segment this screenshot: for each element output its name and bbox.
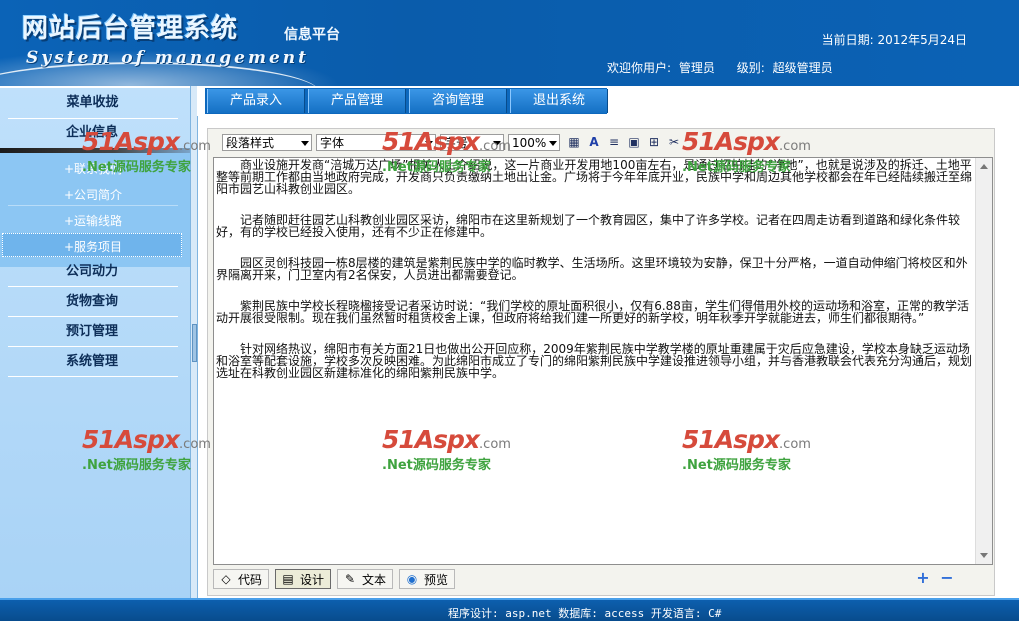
- zoom-select[interactable]: 100%: [508, 134, 560, 151]
- tab-consult-manage[interactable]: 咨询管理: [409, 89, 507, 113]
- paragraph-style-select[interactable]: 段落样式: [222, 134, 312, 151]
- font-select[interactable]: 字体: [316, 134, 436, 151]
- tab-logout[interactable]: 退出系统: [510, 89, 608, 113]
- globe-icon: ◉: [406, 572, 418, 586]
- divider: [8, 316, 178, 317]
- code-icon: ◇: [221, 572, 231, 586]
- sidebar-item-about[interactable]: +公司简介: [64, 186, 122, 203]
- sidebar-group-company-power[interactable]: 公司动力: [0, 259, 185, 285]
- sidebar-group-booking[interactable]: 预订管理: [0, 319, 185, 345]
- rich-text-editor: 段落样式 字体 字号 100% ▦ A ≡ ▣ ⊞ ✂ 商业设施开发商“涪城万达…: [207, 128, 995, 596]
- zoom-value: 100%: [512, 136, 547, 150]
- splitter-grip-icon[interactable]: [192, 324, 197, 362]
- level-value: 超级管理员: [772, 61, 833, 75]
- tab-product-manage[interactable]: 产品管理: [308, 89, 406, 113]
- divider: [8, 346, 178, 347]
- content-paragraph: 针对网络热议，绵阳市有关方面21日也做出公开回应称，2009年紫荆民族中学教学楼…: [216, 342, 973, 380]
- chevron-down-icon: [493, 141, 501, 146]
- sidebar-item-routes[interactable]: +运输线路: [64, 212, 122, 229]
- sidebar: 菜单收拢 企业信息 +联系我们 +公司简介 +运输线路 +服务项目 公司动力 货…: [0, 86, 190, 600]
- current-date: 当前日期: 2012年5月24日: [822, 31, 967, 48]
- page-header: 网站后台管理系统 System of management 信息平台 当前日期:…: [0, 0, 1019, 86]
- scroll-down-icon[interactable]: [980, 553, 988, 558]
- chevron-down-icon: [549, 141, 557, 146]
- design-icon: ▤: [282, 572, 294, 586]
- divider: [8, 376, 178, 377]
- system-title: 网站后台管理系统: [22, 14, 239, 44]
- mode-code-button[interactable]: ◇ 代码: [213, 569, 269, 589]
- level-label: 级别:: [736, 61, 765, 75]
- font-value: 字体: [320, 136, 345, 150]
- mode-text-label: 文本: [362, 573, 387, 587]
- font-color-icon[interactable]: A: [586, 134, 602, 150]
- top-nav: 产品录入 产品管理 咨询管理 退出系统: [197, 86, 1019, 116]
- editor-content-area[interactable]: 商业设施开发商“涪城万达广场”相关人士介绍说，这一片商业开发用地100亩左右，是…: [213, 157, 993, 565]
- style-icon[interactable]: ▦: [566, 134, 582, 150]
- vertical-scrollbar[interactable]: [975, 158, 992, 564]
- menu-collapse-toggle[interactable]: 菜单收拢: [0, 90, 185, 116]
- mode-code-label: 代码: [238, 573, 263, 587]
- platform-label: 信息平台: [284, 27, 340, 43]
- sidebar-group-system[interactable]: 系统管理: [0, 349, 185, 375]
- date-value: 2012年5月24日: [877, 33, 967, 47]
- content-paragraph: 园区灵创科技园一栋8层楼的建筑是紫荆民族中学的临时教学、生活场所。这里环境较为安…: [216, 256, 968, 282]
- tools-icon[interactable]: ✂: [666, 134, 682, 150]
- content-paragraph: 记者随即赶往园艺山科教创业园区采访，绵阳市在这里新规划了一个教育园区，集中了许多…: [216, 213, 961, 239]
- sidebar-item-contact[interactable]: +联系我们: [64, 160, 122, 177]
- mode-text-button[interactable]: ✎ 文本: [337, 569, 393, 589]
- mode-preview-label: 预览: [424, 573, 449, 587]
- scroll-up-icon[interactable]: [980, 164, 988, 169]
- sidebar-group-cargo-query[interactable]: 货物查询: [0, 289, 185, 315]
- mode-design-label: 设计: [300, 573, 325, 587]
- divider: [8, 286, 178, 287]
- sidebar-splitter[interactable]: [190, 86, 198, 598]
- date-label: 当前日期:: [821, 33, 874, 47]
- paragraph-style-value: 段落样式: [226, 136, 275, 150]
- page-footer: 程序设计: asp.net 数据库: access 开发语言: C#: [0, 598, 1019, 621]
- user-info: 欢迎你用户: 管理员 级别: 超级管理员: [607, 59, 837, 76]
- welcome-label: 欢迎你用户:: [607, 61, 672, 75]
- divider: [8, 205, 178, 206]
- font-size-select[interactable]: 字号: [440, 134, 504, 151]
- content-paragraph: 紫荆民族中学校长程晓楹接受记者采访时说：“我们学校的原址面积很小，仅有6.88亩…: [216, 299, 969, 325]
- text-icon: ✎: [344, 572, 356, 586]
- system-subtitle: System of management: [26, 48, 309, 68]
- sidebar-group-company-info[interactable]: 企业信息: [0, 120, 185, 146]
- chevron-down-icon: [301, 141, 309, 146]
- editor-content[interactable]: 商业设施开发商“涪城万达广场”相关人士介绍说，这一片商业开发用地100亩左右，是…: [214, 158, 976, 398]
- divider: [8, 118, 178, 119]
- mode-preview-button[interactable]: ◉ 预览: [399, 569, 455, 589]
- tab-product-entry[interactable]: 产品录入: [207, 89, 305, 113]
- editor-toolbar: 段落样式 字体 字号 100% ▦ A ≡ ▣ ⊞ ✂: [208, 129, 994, 157]
- image-icon[interactable]: ▣: [626, 134, 642, 150]
- user-name: 管理员: [678, 61, 715, 75]
- editor-mode-bar: ◇ 代码 ▤ 设计 ✎ 文本 ◉ 预览 + −: [213, 569, 993, 591]
- format-icon[interactable]: ≡: [606, 134, 622, 150]
- mode-design-button[interactable]: ▤ 设计: [275, 569, 331, 589]
- sidebar-item-services[interactable]: +服务项目: [64, 238, 122, 255]
- font-size-value: 字号: [444, 136, 469, 150]
- table-icon[interactable]: ⊞: [646, 134, 662, 150]
- minus-icon[interactable]: −: [940, 570, 954, 586]
- content-paragraph: 商业设施开发商“涪城万达广场”相关人士介绍说，这一片商业开发用地100亩左右，是…: [216, 158, 973, 196]
- plus-icon[interactable]: +: [916, 570, 930, 586]
- chevron-down-icon: [425, 141, 433, 146]
